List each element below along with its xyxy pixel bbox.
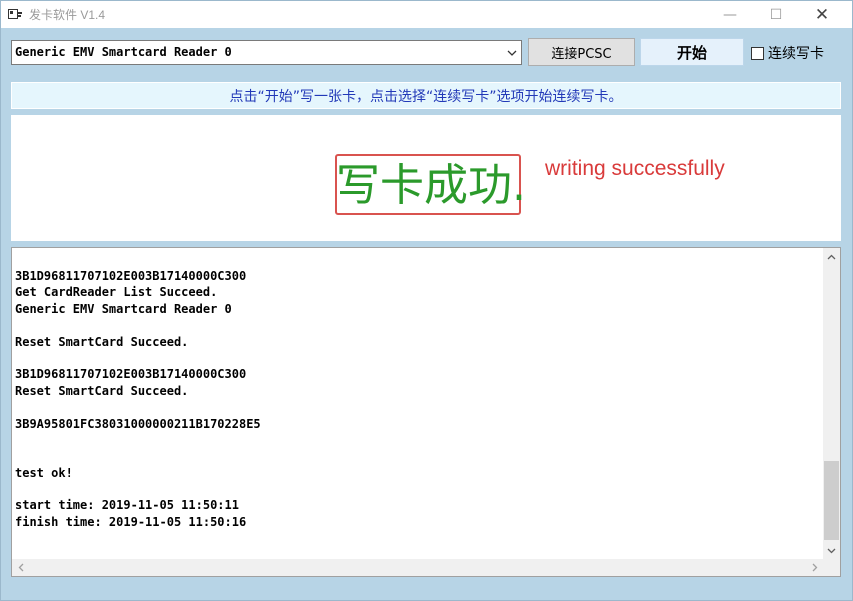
log-line: Reset SmartCard Succeed. xyxy=(15,383,189,398)
arrow-left-icon[interactable] xyxy=(12,559,29,576)
arrow-up-icon[interactable] xyxy=(823,248,840,265)
status-message: 写卡成功. xyxy=(336,160,526,211)
card-app-icon xyxy=(8,9,22,19)
log-line: Reset SmartCard Succeed. xyxy=(15,334,189,349)
title-bar[interactable]: 发卡软件 V1.4 — ☐ ✕ xyxy=(1,1,852,28)
arrow-right-icon[interactable] xyxy=(806,559,823,576)
instruction-bar: 点击“开始”写一张卡，点击选择“连续写卡”选项开始连续写卡。 xyxy=(11,82,841,109)
log-line: 3B1D96811707102E003B17140000C300 xyxy=(15,269,247,283)
log-line: start time: 2019-11-05 11:50:11 xyxy=(15,498,239,513)
status-annotation: writing successfully xyxy=(545,157,725,180)
reader-select[interactable]: Generic EMV Smartcard Reader 0 xyxy=(11,40,522,65)
checkbox-box[interactable] xyxy=(751,46,764,60)
log-line: 3B9A95801FC38031000000211B170228E5 xyxy=(15,416,261,431)
arrow-down-icon[interactable] xyxy=(823,542,840,559)
window-title: 发卡软件 V1.4 xyxy=(29,8,106,22)
log-line: Generic EMV Smartcard Reader 0 xyxy=(15,301,232,316)
log-line: 3B1D96811707102E003B17140000C300 xyxy=(15,367,247,382)
close-button[interactable]: ✕ xyxy=(799,1,845,28)
instruction-text: 点击“开始”写一张卡，点击选择“连续写卡”选项开始连续写卡。 xyxy=(229,88,623,105)
continuous-write-label[interactable]: 连续写卡 xyxy=(768,43,824,63)
chevron-down-icon[interactable] xyxy=(507,48,517,58)
reader-select-value: Generic EMV Smartcard Reader 0 xyxy=(15,45,232,59)
horizontal-scrollbar[interactable] xyxy=(12,559,823,576)
continuous-write-checkbox[interactable]: 连续写卡 xyxy=(751,44,824,62)
vertical-scrollbar[interactable] xyxy=(823,248,840,559)
log-line: finish time: 2019-11-05 11:50:16 xyxy=(15,514,247,529)
connect-pcsc-button[interactable]: 连接PCSC xyxy=(528,38,635,66)
log-content: 3B1D96811707102E003B17140000C300 Get Card… xyxy=(15,268,815,556)
status-panel: 写卡成功. writing successfully xyxy=(11,115,841,241)
log-textarea[interactable]: 3B1D96811707102E003B17140000C300 Get Card… xyxy=(11,247,841,577)
scrollbar-corner xyxy=(823,559,840,576)
app-window: 发卡软件 V1.4 — ☐ ✕ Generic EMV Smartcard Re… xyxy=(0,0,853,601)
log-line: Get CardReader List Succeed. xyxy=(15,285,218,300)
minimize-button[interactable]: — xyxy=(707,1,753,28)
vertical-scroll-thumb[interactable] xyxy=(824,461,839,540)
log-line: test ok! xyxy=(15,465,73,480)
maximize-button[interactable]: ☐ xyxy=(753,1,799,28)
start-button[interactable]: 开始 xyxy=(640,38,744,66)
